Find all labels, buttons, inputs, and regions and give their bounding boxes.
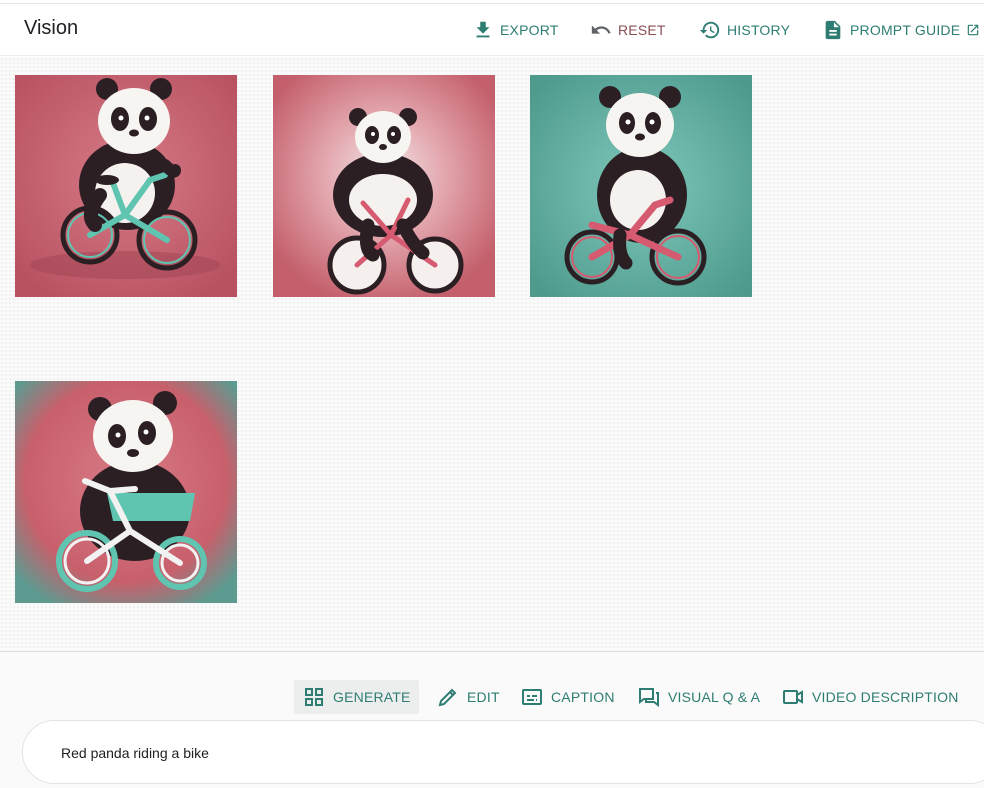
app-header: Vision EXPORT RESET HISTORY PROMPT GUIDE bbox=[0, 4, 984, 56]
generated-image-4[interactable] bbox=[15, 381, 237, 603]
pencil-icon bbox=[436, 685, 460, 709]
mode-visual-qa-tab[interactable]: VISUAL Q & A bbox=[629, 680, 768, 714]
history-label: HISTORY bbox=[727, 22, 791, 38]
undo-icon bbox=[590, 19, 612, 41]
generated-image-2[interactable] bbox=[273, 75, 495, 297]
mode-visual-qa-label: VISUAL Q & A bbox=[668, 689, 761, 705]
document-icon bbox=[822, 19, 844, 41]
open-in-new-icon bbox=[966, 23, 980, 37]
panda-on-bike-image bbox=[530, 75, 752, 297]
image-gallery bbox=[0, 57, 984, 651]
panda-on-bike-image bbox=[15, 381, 237, 603]
generated-image-1[interactable] bbox=[15, 75, 237, 297]
download-icon bbox=[472, 19, 494, 41]
mode-generate-tab[interactable]: GENERATE bbox=[294, 680, 419, 714]
mode-caption-label: CAPTION bbox=[551, 689, 615, 705]
app-title: Vision bbox=[24, 17, 79, 39]
video-icon bbox=[781, 685, 805, 709]
mode-generate-label: GENERATE bbox=[333, 689, 411, 705]
generated-image-3[interactable] bbox=[530, 75, 752, 297]
reset-button[interactable]: RESET bbox=[590, 16, 666, 44]
mode-video-description-tab[interactable]: VIDEO DESCRIPTION bbox=[773, 680, 967, 714]
mode-edit-label: EDIT bbox=[467, 689, 500, 705]
mode-edit-tab[interactable]: EDIT bbox=[428, 680, 508, 714]
history-icon bbox=[699, 19, 721, 41]
caption-icon bbox=[520, 685, 544, 709]
prompt-input[interactable] bbox=[61, 739, 941, 767]
grid-icon bbox=[302, 685, 326, 709]
export-button[interactable]: EXPORT bbox=[472, 16, 559, 44]
prompt-panel: GENERATE EDIT CAPTION VISUAL Q & A VIDEO… bbox=[0, 652, 984, 788]
history-button[interactable]: HISTORY bbox=[699, 16, 790, 44]
panda-on-bike-image bbox=[273, 75, 495, 297]
export-label: EXPORT bbox=[500, 22, 559, 38]
mode-video-description-label: VIDEO DESCRIPTION bbox=[812, 689, 959, 705]
prompt-guide-label: PROMPT GUIDE bbox=[850, 22, 961, 38]
chat-icon bbox=[637, 685, 661, 709]
prompt-box bbox=[22, 720, 984, 784]
panda-on-bike-image bbox=[15, 75, 237, 297]
mode-caption-tab[interactable]: CAPTION bbox=[512, 680, 623, 714]
reset-label: RESET bbox=[618, 22, 666, 38]
prompt-guide-button[interactable]: PROMPT GUIDE bbox=[822, 16, 980, 44]
